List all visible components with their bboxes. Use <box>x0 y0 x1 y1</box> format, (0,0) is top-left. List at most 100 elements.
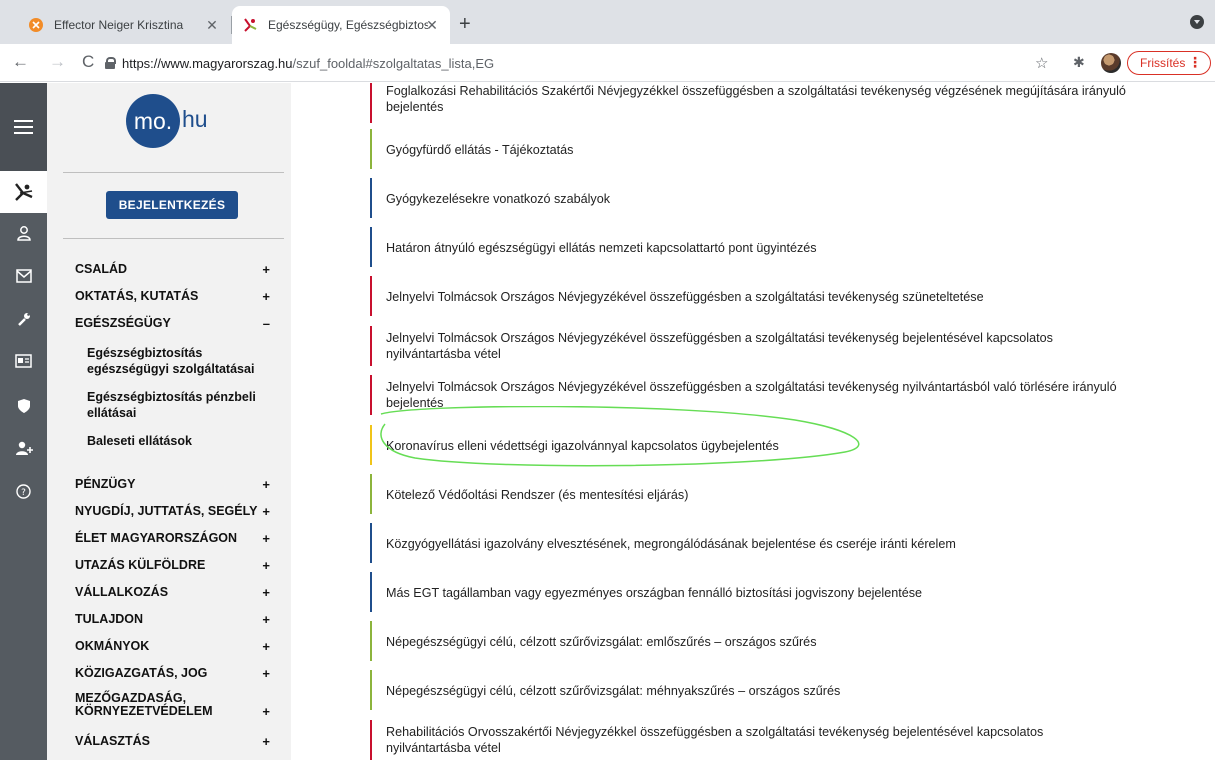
expand-plus-icon[interactable]: + <box>262 478 270 491</box>
profile-avatar[interactable] <box>1101 53 1121 73</box>
mohu-favicon-icon <box>242 17 258 33</box>
sidebar <box>47 83 291 760</box>
close-tab-icon[interactable]: ✕ <box>424 17 440 34</box>
service-item[interactable]: Foglalkozási Rehabilitációs Szakértői Né… <box>370 83 1190 123</box>
expand-plus-icon[interactable]: + <box>262 263 270 276</box>
tab-search-icon[interactable] <box>1190 15 1204 29</box>
browser-tab-strip: Effector Neiger Krisztina ✕ Egészségügy,… <box>0 0 1215 44</box>
sidebar-item-oktatas[interactable]: OKTATÁS, KUTATÁS + <box>75 290 280 304</box>
expand-plus-icon[interactable]: + <box>262 559 270 572</box>
service-item[interactable]: Jelnyelvi Tolmácsok Országos Névjegyzéké… <box>370 375 1190 415</box>
expand-plus-icon[interactable]: + <box>262 640 270 653</box>
help-circle-icon[interactable]: ? <box>0 484 47 502</box>
sidebar-item-elet-magyarorszagon[interactable]: ÉLET MAGYARORSZÁGON + <box>75 532 280 546</box>
category-bar <box>370 227 372 267</box>
kebab-menu-icon[interactable]: ⋮ <box>1188 54 1202 71</box>
category-bar <box>370 670 372 710</box>
service-link[interactable]: Határon átnyúló egészségügyi ellátás nem… <box>386 240 817 256</box>
expand-plus-icon[interactable]: + <box>262 290 270 303</box>
login-button[interactable]: BEJELENTKEZÉS <box>106 191 238 219</box>
expand-plus-icon[interactable]: + <box>262 705 270 718</box>
service-link[interactable]: Foglalkozási Rehabilitációs Szakértői Né… <box>386 83 1126 115</box>
service-link[interactable]: Népegészségügyi célú, célzott szűrővizsg… <box>386 683 840 699</box>
service-item[interactable]: Közgyógyellátási igazolvány elvesztéséne… <box>370 523 1190 563</box>
address-bar[interactable]: https://www.magyarorszag.hu/szuf_fooldal… <box>104 51 1060 75</box>
service-link[interactable]: Jelnyelvi Tolmácsok Országos Névjegyzéké… <box>386 379 1117 411</box>
add-user-icon[interactable] <box>0 440 47 459</box>
sidebar-item-penzugy[interactable]: PÉNZÜGY + <box>75 478 280 492</box>
rail-item-health[interactable] <box>0 171 47 213</box>
service-item[interactable]: Határon átnyúló egészségügyi ellátás nem… <box>370 227 1190 267</box>
category-bar <box>370 523 372 563</box>
sidebar-item-utazas-kulfoldre[interactable]: UTAZÁS KÜLFÖLDRE + <box>75 559 280 573</box>
health-person-icon <box>15 183 33 201</box>
hamburger-menu-button[interactable] <box>0 83 47 171</box>
sidebar-item-okmanyok[interactable]: OKMÁNYOK + <box>75 640 280 654</box>
service-link[interactable]: Jelnyelvi Tolmácsok Országos Névjegyzéké… <box>386 330 1053 362</box>
sidebar-item-mezogazdasag[interactable]: MEZŐGAZDASÁG, KÖRNYEZETVÉDELEM + <box>75 692 280 719</box>
update-button[interactable]: Frissítés ⋮ <box>1127 51 1211 75</box>
service-item[interactable]: Gyógyfürdő ellátás - Tájékoztatás <box>370 129 1190 169</box>
update-label: Frissítés <box>1140 56 1186 70</box>
id-card-icon[interactable] <box>0 354 47 371</box>
sidebar-item-nyugdij[interactable]: NYUGDÍJ, JUTTATÁS, SEGÉLY + <box>75 505 280 519</box>
submenu-item-penzbeli-ellatasok[interactable]: Egészségbiztosítás pénzbeli ellátásai <box>87 389 272 421</box>
extensions-puzzle-icon[interactable]: ✱ <box>1073 54 1085 71</box>
sidebar-divider <box>63 238 284 239</box>
service-link[interactable]: Rehabilitációs Orvosszakértői Névjegyzék… <box>386 724 1043 756</box>
collapse-minus-icon[interactable]: – <box>263 317 270 330</box>
sidebar-divider <box>63 172 284 173</box>
service-link[interactable]: Más EGT tagállamban vagy egyezményes ors… <box>386 585 922 601</box>
browser-tab-2[interactable]: Egészségügy, Egészségbiztosítás ✕ <box>232 6 450 44</box>
user-icon[interactable] <box>0 225 47 244</box>
service-link[interactable]: Gyógyfürdő ellátás - Tájékoztatás <box>386 142 573 158</box>
service-item[interactable]: Koronavírus elleni védettségi igazolvánn… <box>370 425 1190 465</box>
expand-plus-icon[interactable]: + <box>262 586 270 599</box>
browser-tab-1[interactable]: Effector Neiger Krisztina ✕ <box>18 6 230 44</box>
service-link[interactable]: Népegészségügyi célú, célzott szűrővizsg… <box>386 634 817 650</box>
service-item[interactable]: Népegészségügyi célú, célzott szűrővizsg… <box>370 621 1190 661</box>
mail-icon[interactable] <box>0 269 47 286</box>
category-bar <box>370 276 372 316</box>
service-link[interactable]: Kötelező Védőoltási Rendszer (és mentesí… <box>386 487 688 503</box>
sidebar-item-valasztas[interactable]: VÁLASZTÁS + <box>75 735 280 749</box>
service-item[interactable]: Más EGT tagállamban vagy egyezményes ors… <box>370 572 1190 612</box>
expand-plus-icon[interactable]: + <box>262 735 270 748</box>
service-item[interactable]: Jelnyelvi Tolmácsok Országos Névjegyzéké… <box>370 326 1190 366</box>
expand-plus-icon[interactable]: + <box>262 532 270 545</box>
reload-icon[interactable]: C <box>82 52 94 72</box>
service-item[interactable]: Rehabilitációs Orvosszakértői Névjegyzék… <box>370 720 1190 760</box>
forward-arrow-icon[interactable]: → <box>49 52 66 72</box>
category-bar <box>370 178 372 218</box>
expand-plus-icon[interactable]: + <box>262 505 270 518</box>
back-arrow-icon[interactable]: ← <box>12 52 29 72</box>
bookmark-star-icon[interactable]: ☆ <box>1035 54 1048 72</box>
service-link[interactable]: Jelnyelvi Tolmácsok Országos Névjegyzéké… <box>386 289 984 305</box>
close-tab-icon[interactable]: ✕ <box>204 17 220 34</box>
service-item[interactable]: Népegészségügyi célú, célzott szűrővizsg… <box>370 670 1190 710</box>
shield-icon[interactable] <box>0 398 47 417</box>
new-tab-icon[interactable]: + <box>459 13 471 36</box>
sidebar-item-egeszsegugy[interactable]: EGÉSZSÉGÜGY – <box>75 317 280 331</box>
category-bar <box>370 375 372 415</box>
mohu-logo[interactable]: mo. <box>126 94 180 148</box>
service-item[interactable]: Jelnyelvi Tolmácsok Országos Névjegyzéké… <box>370 276 1190 316</box>
expand-plus-icon[interactable]: + <box>262 667 270 680</box>
sidebar-item-kozigazgatas[interactable]: KÖZIGAZGATÁS, JOG + <box>75 667 280 681</box>
browser-toolbar: ← → C https://www.magyarorszag.hu/szuf_f… <box>0 44 1215 82</box>
service-link[interactable]: Koronavírus elleni védettségi igazolvánn… <box>386 438 779 454</box>
service-item[interactable]: Kötelező Védőoltási Rendszer (és mentesí… <box>370 474 1190 514</box>
submenu-item-baleseti-ellatasok[interactable]: Baleseti ellátások <box>87 433 272 449</box>
sidebar-item-tulajdon[interactable]: TULAJDON + <box>75 613 280 627</box>
service-link[interactable]: Gyógykezelésekre vonatkozó szabályok <box>386 191 610 207</box>
service-item[interactable]: Gyógykezelésekre vonatkozó szabályok <box>370 178 1190 218</box>
sidebar-item-csalad[interactable]: CSALÁD + <box>75 263 280 277</box>
category-bar <box>370 621 372 661</box>
url-domain: https://www.magyarorszag.hu <box>122 55 293 71</box>
wrench-icon[interactable] <box>0 311 47 330</box>
expand-plus-icon[interactable]: + <box>262 613 270 626</box>
service-link[interactable]: Közgyógyellátási igazolvány elvesztéséne… <box>386 536 956 552</box>
mohu-logo-suffix: hu <box>182 106 208 132</box>
sidebar-item-vallalkozas[interactable]: VÁLLALKOZÁS + <box>75 586 280 600</box>
submenu-item-egeszsegugyi-szolgaltatasok[interactable]: Egészségbiztosítás egészségügyi szolgált… <box>87 345 272 377</box>
